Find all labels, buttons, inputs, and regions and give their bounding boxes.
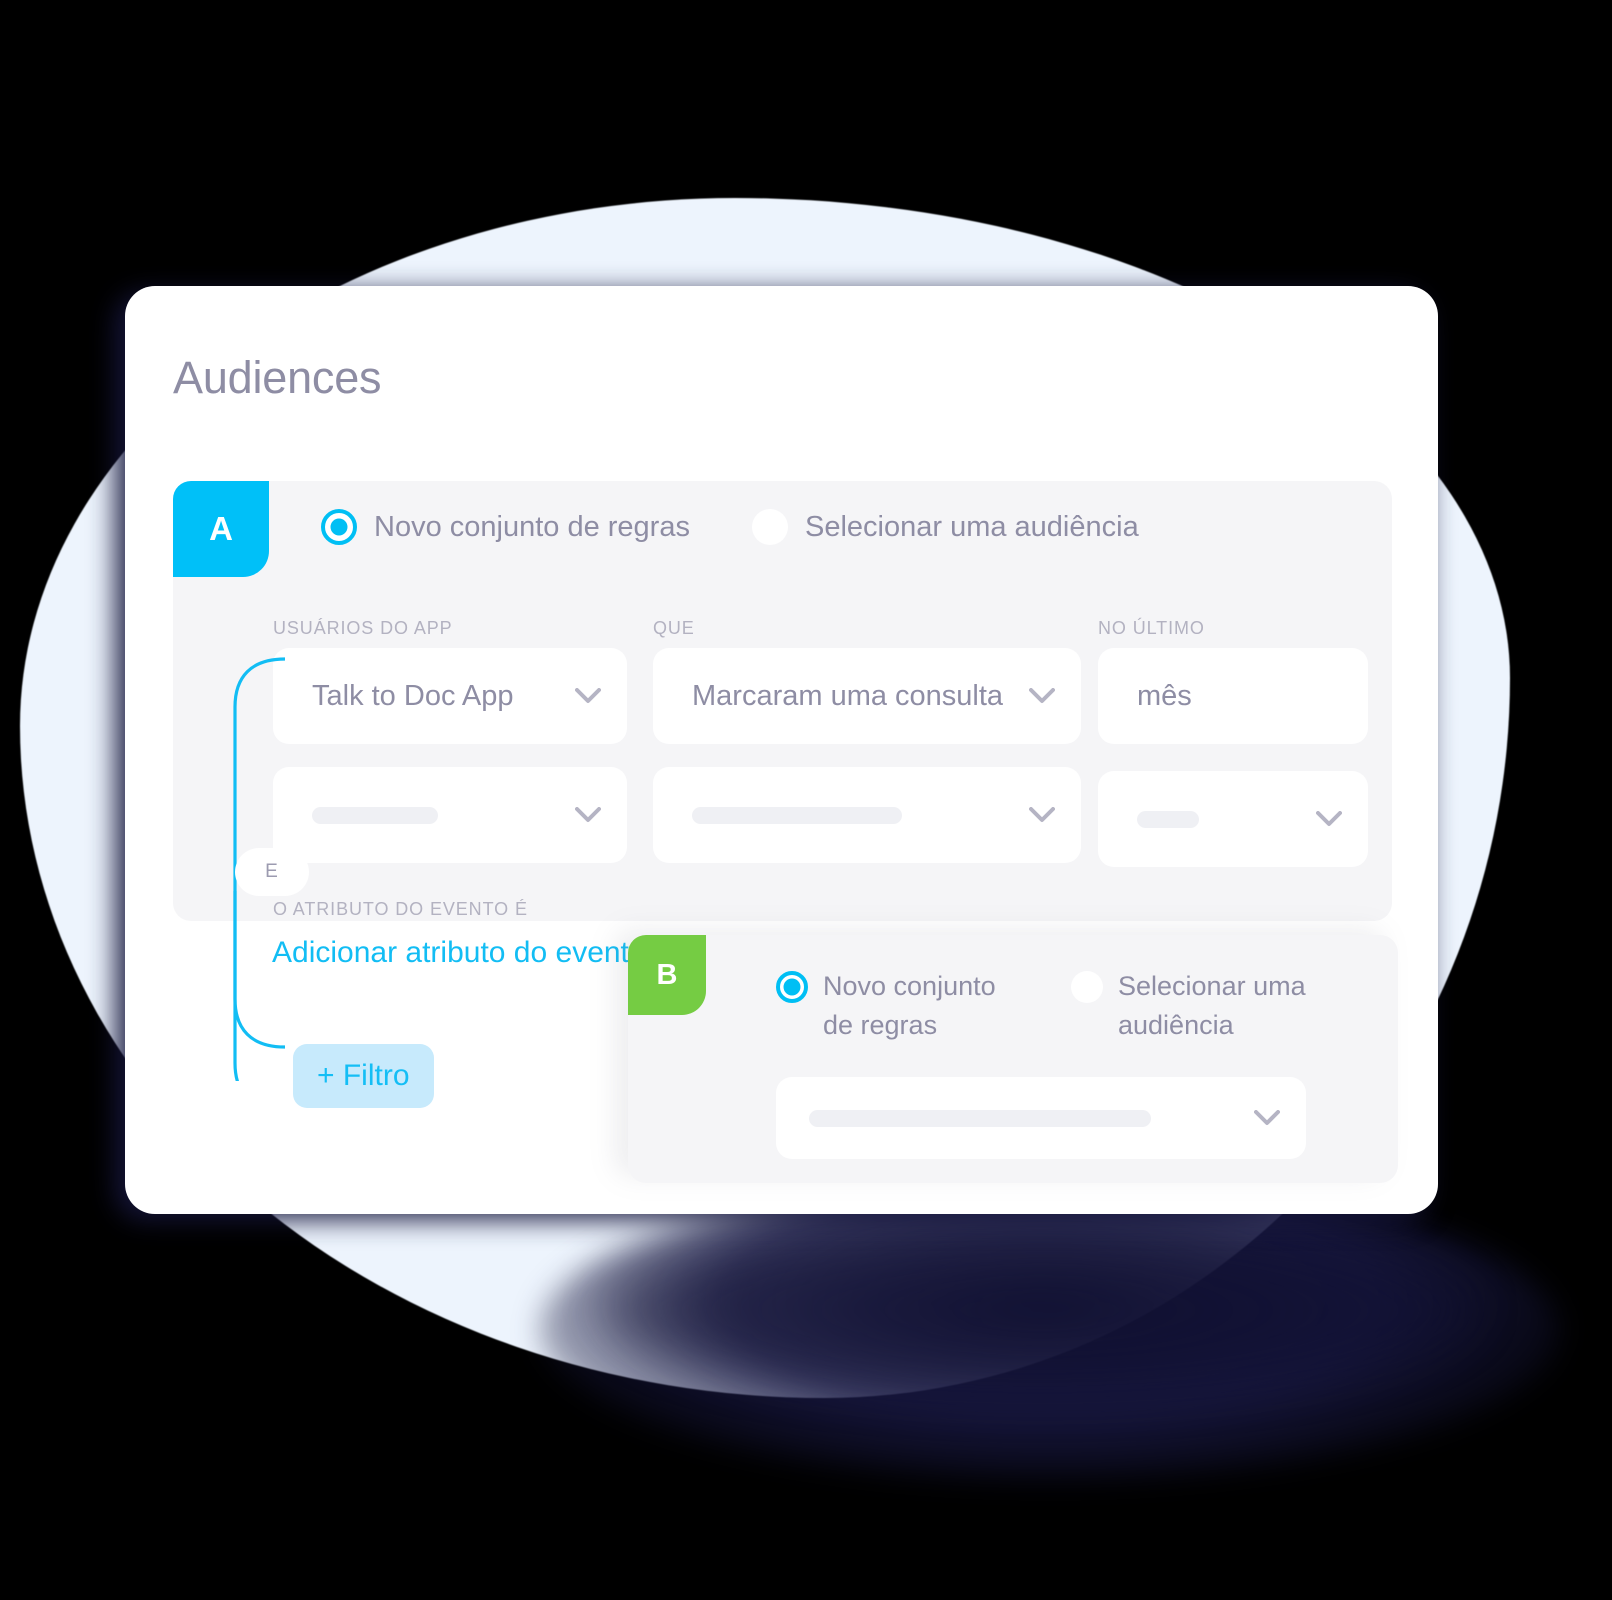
group-b-radio-new-ruleset-label: Novo conjunto de regras bbox=[823, 971, 996, 1041]
column-label-timeframe: NO ÚLTIMO bbox=[1098, 618, 1205, 638]
group-b-mode-radios: Novo conjunto de regras Selecionar uma a… bbox=[776, 967, 1328, 1045]
and-connector-badge: E bbox=[235, 848, 309, 896]
rule-group-a-panel: A Novo conjunto de regras Selecionar uma… bbox=[173, 481, 1392, 1108]
group-a-badge: A bbox=[173, 481, 269, 577]
select-app-value: Talk to Doc App bbox=[312, 679, 514, 712]
select-event-value: Marcaram uma consulta bbox=[692, 679, 1004, 712]
radio-selected-icon[interactable] bbox=[776, 971, 808, 1003]
group-a-radio-select-audience-label: Selecionar uma audiência bbox=[804, 510, 1139, 543]
chevron-down-icon[interactable] bbox=[575, 688, 601, 704]
background-blob-shadow-inner bbox=[600, 1220, 1480, 1400]
column-label-que: QUE bbox=[653, 618, 695, 638]
placeholder-bar bbox=[1137, 810, 1199, 828]
group-b-badge: B bbox=[628, 935, 706, 1015]
placeholder-bar bbox=[692, 806, 902, 824]
chevron-down-icon[interactable] bbox=[1029, 688, 1055, 704]
select-timeframe-value: mês bbox=[1137, 679, 1192, 712]
chevron-down-icon[interactable] bbox=[1316, 811, 1342, 827]
page-title: Audiences bbox=[173, 352, 382, 403]
attribute-section-label: O ATRIBUTO DO EVENTO É bbox=[273, 899, 528, 919]
radio-unselected-icon[interactable] bbox=[751, 509, 788, 545]
group-a-radio-new-ruleset[interactable]: Novo conjunto de regras bbox=[321, 509, 690, 545]
group-a-radio-select-audience[interactable]: Selecionar uma audiência bbox=[751, 509, 1139, 545]
group-b-radio-select-audience[interactable]: Selecionar uma audiência bbox=[1071, 967, 1328, 1045]
chevron-down-icon[interactable] bbox=[1254, 1110, 1280, 1126]
placeholder-bar bbox=[312, 806, 438, 824]
rule-group-b-panel: B Novo conjunto de regras Selecionar uma… bbox=[628, 935, 1398, 1183]
group-a-mode-radios: Novo conjunto de regras Selecionar uma a… bbox=[321, 509, 1139, 545]
group-b-select-audience[interactable] bbox=[776, 1077, 1306, 1159]
placeholder-bar bbox=[809, 1109, 1151, 1127]
add-event-attribute-link[interactable]: Adicionar atributo do evento bbox=[272, 936, 646, 970]
chevron-down-icon[interactable] bbox=[1029, 807, 1055, 823]
column-label-users: USUÁRIOS DO APP bbox=[273, 618, 453, 638]
select-app-secondary[interactable] bbox=[273, 767, 627, 863]
group-a-radio-new-ruleset-label: Novo conjunto de regras bbox=[374, 510, 690, 543]
group-b-radio-select-audience-label: Selecionar uma audiência bbox=[1118, 971, 1306, 1041]
radio-unselected-icon[interactable] bbox=[1071, 971, 1103, 1003]
select-app[interactable]: Talk to Doc App bbox=[273, 648, 627, 744]
select-timeframe[interactable]: mês bbox=[1098, 648, 1368, 744]
select-timeframe-secondary[interactable] bbox=[1098, 771, 1368, 867]
chevron-down-icon[interactable] bbox=[575, 807, 601, 823]
select-event[interactable]: Marcaram uma consulta bbox=[653, 648, 1081, 744]
group-b-radio-new-ruleset[interactable]: Novo conjunto de regras bbox=[776, 967, 1033, 1045]
screenshot-stage: Audiences A Novo conjunto de regras Sele… bbox=[0, 0, 1612, 1600]
select-event-secondary[interactable] bbox=[653, 767, 1081, 863]
radio-selected-icon[interactable] bbox=[321, 509, 357, 545]
add-filter-button[interactable]: + Filtro bbox=[293, 1044, 434, 1108]
